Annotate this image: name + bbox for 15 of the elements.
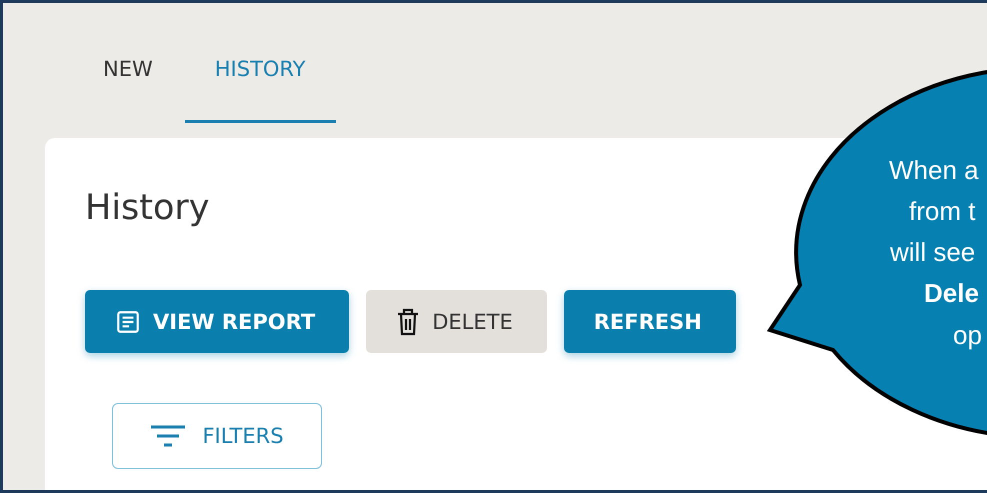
tab[interactable]: HISTORY (184, 3, 336, 123)
document-icon (115, 308, 141, 334)
callout-text: When a (889, 155, 979, 186)
filters-button[interactable]: FILTERS (112, 403, 322, 469)
tab[interactable]: NEW (73, 3, 183, 123)
trash-icon (396, 308, 420, 336)
action-button[interactable]: DELETE (366, 290, 547, 353)
filter-icon (150, 424, 186, 448)
action-button[interactable]: REFRESH (564, 290, 736, 353)
callout-text: Dele (924, 278, 979, 309)
callout-text: op (953, 320, 982, 351)
callout-text: from t (909, 196, 976, 227)
action-button[interactable]: VIEW REPORT (85, 290, 350, 353)
card-title: History (85, 188, 210, 228)
callout-text: will see (890, 237, 976, 268)
